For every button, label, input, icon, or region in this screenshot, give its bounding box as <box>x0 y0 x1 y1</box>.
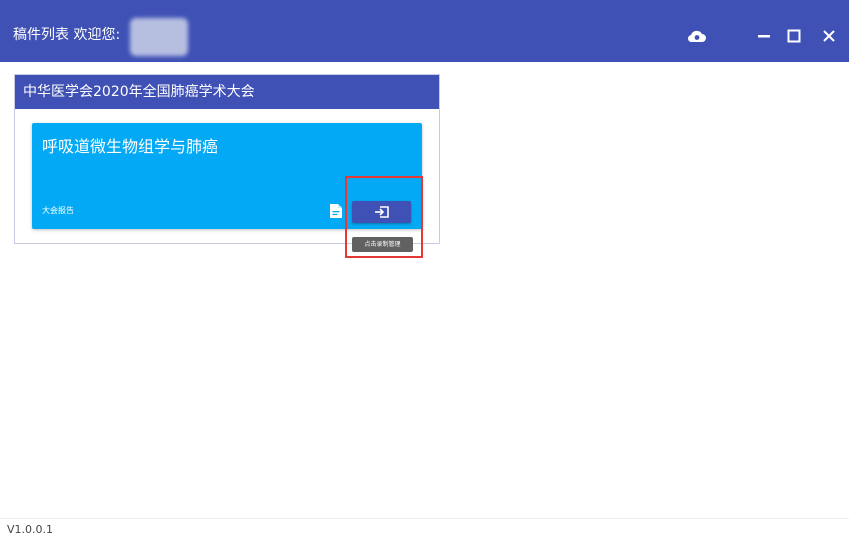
paper-title: 呼吸道微生物组学与肺癌 <box>42 137 219 156</box>
close-icon <box>823 30 835 42</box>
title-bar: 稿件列表 欢迎您: <box>0 0 849 62</box>
conference-title: 中华医学会2020年全国肺癌学术大会 <box>23 84 255 100</box>
maximize-button[interactable] <box>784 27 804 45</box>
minimize-icon <box>758 35 770 38</box>
version-label: V1.0.0.1 <box>7 523 54 536</box>
close-button[interactable] <box>819 27 839 45</box>
paper-card[interactable]: 呼吸道微生物组学与肺癌 大会报告 <box>32 123 422 229</box>
paper-type-label: 大会报告 <box>42 206 74 215</box>
window-title: 稿件列表 欢迎您: <box>13 27 121 43</box>
file-icon[interactable] <box>329 203 343 219</box>
conference-header: 中华医学会2020年全国肺癌学术大会 <box>15 75 439 109</box>
maximize-icon <box>787 29 801 43</box>
cloud-icon[interactable] <box>687 27 707 45</box>
app-window: 稿件列表 欢迎您: 中华医学会2020年全国肺癌学术大会 呼吸道微生物组学与肺癌… <box>0 0 849 537</box>
username-redacted <box>130 18 188 56</box>
sign-in-icon <box>374 206 389 218</box>
minimize-button[interactable] <box>754 27 774 45</box>
tooltip: 点击录制管理 <box>352 237 413 252</box>
footer-divider <box>0 518 849 519</box>
record-manage-button[interactable] <box>352 201 411 223</box>
